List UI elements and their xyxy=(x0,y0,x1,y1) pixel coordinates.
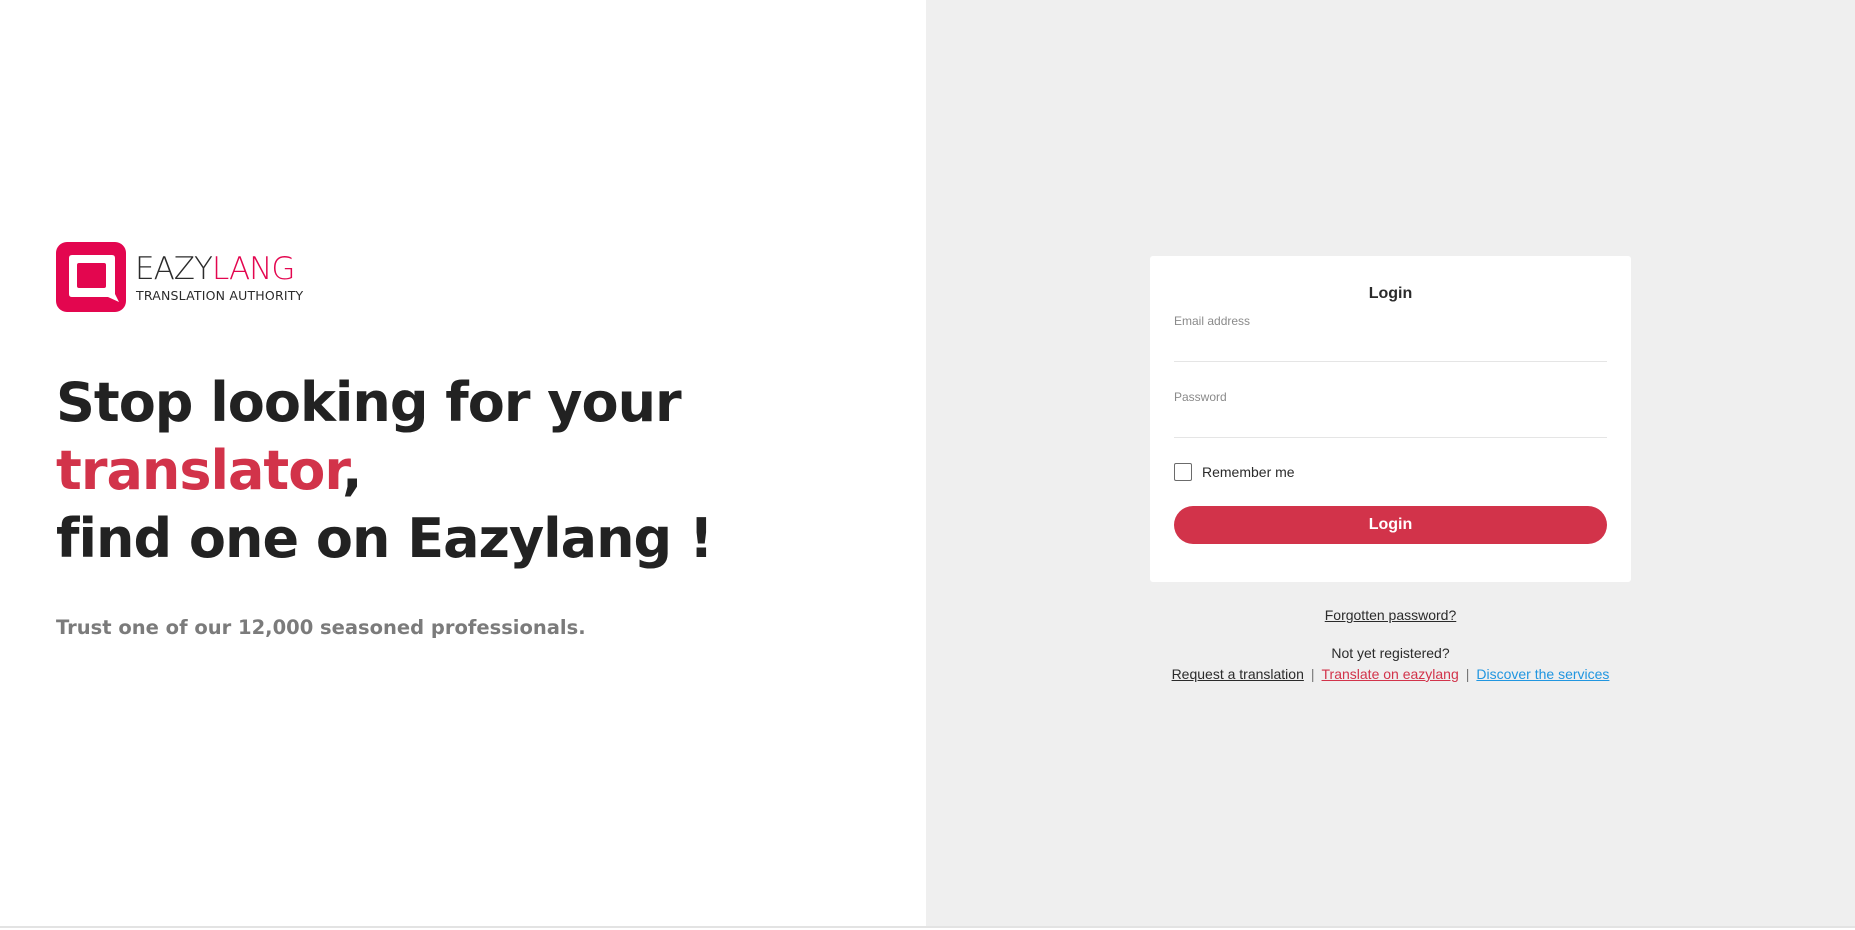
logo-tagline: TRANSLATION AUTHORITY xyxy=(136,287,304,303)
password-field-group: Password xyxy=(1174,388,1607,438)
remember-me[interactable]: Remember me xyxy=(1174,463,1607,481)
headline-comma: , xyxy=(342,439,362,502)
login-title: Login xyxy=(1368,285,1413,302)
headline-line-2: translator, xyxy=(56,437,713,505)
email-label: Email address xyxy=(1174,314,1251,328)
link-separator: | xyxy=(1310,666,1315,682)
logo-wordmark: EAZYLANG xyxy=(135,252,303,286)
headline-accent-word: translator xyxy=(56,439,343,502)
signup-links: Request a translation | Translate on eazyl… xyxy=(1100,666,1681,682)
logo-text: EAZYLANG TRANSLATION AUTHORITY xyxy=(135,252,303,303)
password-label: Password xyxy=(1174,390,1227,404)
remember-me-checkbox[interactable] xyxy=(1174,463,1192,481)
login-card: Login Email address Password Remember me… xyxy=(1150,256,1631,582)
forgotten-password-link[interactable]: Forgotten password? xyxy=(1150,607,1631,623)
eazylang-logo[interactable]: EAZYLANG TRANSLATION AUTHORITY xyxy=(56,242,303,312)
translate-on-eazylang-link[interactable]: Translate on eazylang xyxy=(1322,666,1459,682)
logo-word-lang: LANG xyxy=(211,250,295,287)
hero-tagline: Trust one of our 12,000 seasoned profess… xyxy=(56,616,586,639)
email-field-group: Email address xyxy=(1174,312,1607,362)
remember-me-label[interactable]: Remember me xyxy=(1202,464,1295,480)
login-button[interactable]: Login xyxy=(1174,506,1607,544)
request-translation-link[interactable]: Request a translation xyxy=(1172,666,1304,682)
hero-headline: Stop looking for your translator, find o… xyxy=(56,369,714,573)
headline-line-1: Stop looking for your xyxy=(56,371,682,434)
password-input[interactable] xyxy=(1174,411,1607,435)
headline-line-3: find one on Eazylang ! xyxy=(56,507,714,570)
discover-services-link[interactable]: Discover the services xyxy=(1476,666,1609,682)
email-input[interactable] xyxy=(1174,335,1607,359)
hero-panel: EAZYLANG TRANSLATION AUTHORITY Stop look… xyxy=(0,0,926,926)
not-registered-text: Not yet registered? xyxy=(1331,645,1450,661)
speech-bubble-logo-icon xyxy=(56,242,126,312)
link-separator: | xyxy=(1465,666,1470,682)
logo-word-eazy: EAZY xyxy=(135,250,213,287)
